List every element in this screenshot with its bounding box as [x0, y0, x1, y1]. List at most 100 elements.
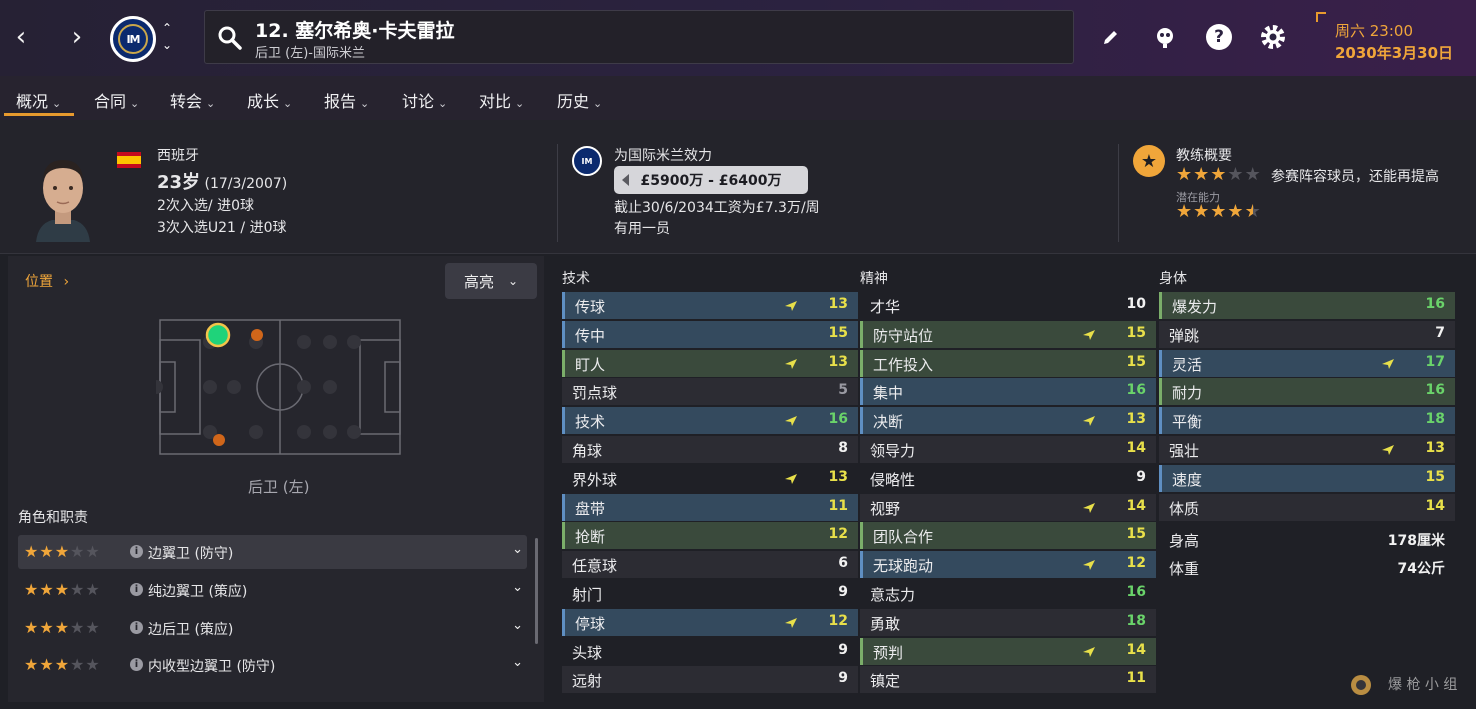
info-icon[interactable]: i	[130, 658, 143, 671]
forward-icon[interactable]: ›	[62, 22, 92, 52]
attribute-row[interactable]: 耐力 16	[1159, 378, 1455, 406]
attribute-row[interactable]: 才华 10	[860, 292, 1156, 319]
attribute-row[interactable]: 远射 9	[562, 666, 858, 694]
chevron-down-icon[interactable]: ⌄	[512, 618, 523, 633]
attribute-value: 18	[1425, 411, 1445, 428]
tab-history[interactable]: 历史 ⌄	[557, 88, 602, 112]
attribute-row[interactable]: 工作投入 15	[860, 349, 1156, 377]
tab-discuss[interactable]: 讨论 ⌄	[402, 88, 447, 112]
attribute-name: 抢断	[575, 528, 606, 547]
trend-arrow-icon	[785, 473, 797, 484]
attribute-name: 团队合作	[873, 528, 934, 547]
attribute-row[interactable]: 盯人 13	[562, 349, 858, 377]
attribute-name: 盯人	[575, 355, 606, 374]
attribute-row[interactable]: 灵活 17	[1159, 349, 1455, 377]
attribute-row[interactable]: 意志力 16	[860, 580, 1156, 607]
star-icon: ★	[1227, 164, 1244, 185]
star-icon: ★	[1210, 201, 1227, 222]
star-icon: ★	[1227, 201, 1244, 222]
info-icon[interactable]: i	[130, 583, 143, 596]
divider	[1118, 144, 1119, 242]
attribute-name: 角球	[572, 442, 603, 460]
attribute-row[interactable]: 平衡 18	[1159, 407, 1455, 435]
tab-reports[interactable]: 报告 ⌄	[324, 88, 369, 112]
attribute-row[interactable]: 盘带 11	[562, 493, 858, 521]
attribute-row[interactable]: 集中 16	[860, 378, 1156, 406]
star-icon: ★	[85, 618, 100, 637]
tab-transfer[interactable]: 转会 ⌄	[170, 88, 215, 112]
date-of-birth: (17/3/2007)	[204, 176, 288, 192]
attribute-row[interactable]: 弹跳 7	[1159, 320, 1455, 348]
role-row[interactable]: ★ ★ ★ ★ ★ i 内收型边翼卫 (防守) ⌄	[18, 648, 527, 682]
trend-arrow-icon	[1382, 358, 1394, 369]
role-row[interactable]: ★ ★ ★ ★ ★ i 边后卫 (策应) ⌄	[18, 611, 527, 645]
star-icon: ★	[24, 655, 39, 674]
help-icon[interactable]: ?	[1204, 22, 1234, 52]
attribute-row[interactable]: 防守站位 15	[860, 320, 1156, 348]
attribute-row[interactable]: 头球 9	[562, 638, 858, 665]
attribute-row[interactable]: 勇敢 18	[860, 608, 1156, 636]
star-icon: ★	[39, 618, 54, 637]
scout-icon[interactable]	[1150, 22, 1180, 52]
attribute-row[interactable]: 团队合作 15	[860, 522, 1156, 550]
role-row[interactable]: ★ ★ ★ ★ ★ i 边翼卫 (防守) ⌄	[18, 535, 527, 569]
attribute-row[interactable]: 决断 13	[860, 407, 1156, 435]
role-row[interactable]: ★ ★ ★ ★ ★ i 纯边翼卫 (策应) ⌄	[18, 573, 527, 607]
position-title[interactable]: 位置 ›	[25, 271, 69, 291]
attribute-row[interactable]: 镇定 11	[860, 666, 1156, 694]
trend-arrow-icon	[1083, 646, 1095, 657]
chevron-down-icon[interactable]: ⌄	[512, 655, 523, 670]
attribute-row[interactable]: 传球 13	[562, 292, 858, 319]
star-icon: ★	[24, 580, 39, 599]
mental-attributes: 精神 才华 10 防守站位 15 工作投入 15 集中 16 决断 13 领导力 14 侵略性 9 视野 14…	[860, 262, 1156, 694]
attribute-row[interactable]: 爆发力 16	[1159, 292, 1455, 319]
club-logo[interactable]: IM	[110, 16, 156, 62]
info-icon[interactable]: i	[130, 621, 143, 634]
tab-overview[interactable]: 概况 ⌄	[16, 88, 61, 112]
attribute-row[interactable]: 侵略性 9	[860, 465, 1156, 492]
player-search-box[interactable]: 12. 塞尔希奥·卡夫雷拉 后卫 (左)-国际米兰	[204, 10, 1074, 64]
transfer-value[interactable]: £5900万 - £6400万	[614, 166, 808, 194]
attribute-value: 15	[828, 324, 848, 341]
attribute-row[interactable]: 抢断 12	[562, 522, 858, 550]
attribute-value: 9	[1136, 468, 1146, 485]
star-icon: ★	[54, 542, 70, 561]
attribute-row[interactable]: 射门 9	[562, 580, 858, 607]
technical-title: 技术	[562, 271, 590, 287]
tab-development[interactable]: 成长 ⌄	[247, 88, 292, 112]
attribute-row[interactable]: 角球 8	[562, 436, 858, 463]
edit-icon[interactable]	[1096, 22, 1126, 52]
settings-gear-icon[interactable]	[1258, 22, 1288, 52]
star-icon: ★	[39, 655, 54, 674]
tab-compare[interactable]: 对比 ⌄	[479, 88, 524, 112]
chevron-down-icon[interactable]: ⌄	[512, 580, 523, 595]
role-name: 边翼卫 (防守)	[148, 546, 234, 562]
spain-flag-icon	[117, 152, 141, 168]
attribute-row[interactable]: 速度 15	[1159, 464, 1455, 492]
attribute-value: 16	[1126, 584, 1146, 600]
attribute-row[interactable]: 无球跑动 12	[860, 551, 1156, 579]
attribute-row[interactable]: 强壮 13	[1159, 436, 1455, 463]
attribute-row[interactable]: 视野 14	[860, 493, 1156, 521]
attribute-row[interactable]: 领导力 14	[860, 436, 1156, 463]
up-down-icon[interactable]: ⌃ ⌄	[162, 20, 172, 54]
attribute-row[interactable]: 任意球 6	[562, 551, 858, 579]
attribute-row[interactable]: 技术 16	[562, 407, 858, 435]
roles-scrollbar[interactable]	[535, 538, 538, 644]
role-stars: ★ ★ ★ ★ ★	[24, 581, 100, 599]
tab-bar: 概况 ⌄ 合同 ⌄ 转会 ⌄ 成长 ⌄ 报告 ⌄ 讨论 ⌄ 对比 ⌄ 历史 ⌄	[0, 76, 1476, 120]
tab-contract[interactable]: 合同 ⌄	[94, 88, 139, 112]
attribute-row[interactable]: 传中 15	[562, 320, 858, 348]
game-date[interactable]: 周六 23:00 2030年3月30日	[1316, 12, 1466, 64]
chevron-down-icon[interactable]: ⌄	[512, 542, 523, 557]
attribute-row[interactable]: 停球 12	[562, 608, 858, 636]
attribute-row[interactable]: 体质 14	[1159, 493, 1455, 521]
info-icon[interactable]: i	[130, 545, 143, 558]
attribute-row[interactable]: 界外球 13	[562, 465, 858, 492]
attribute-name: 耐力	[1172, 384, 1203, 403]
attribute-row[interactable]: 预判 14	[860, 637, 1156, 665]
attribute-name: 弹跳	[1169, 326, 1200, 345]
highlight-dropdown[interactable]: 高亮 ⌄	[445, 263, 537, 299]
attribute-row[interactable]: 罚点球 5	[562, 378, 858, 406]
back-icon[interactable]: ‹	[6, 22, 36, 52]
